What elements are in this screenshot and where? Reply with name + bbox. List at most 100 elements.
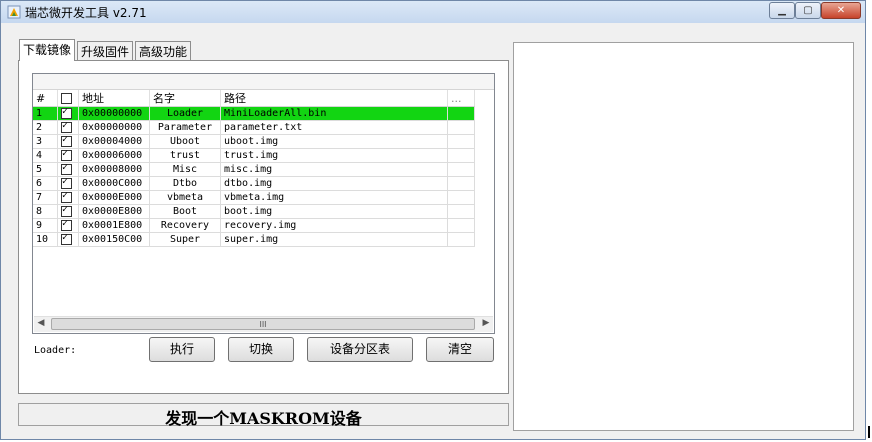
row-checkbox[interactable] xyxy=(57,106,79,121)
close-icon[interactable]: ✕ xyxy=(821,2,861,19)
row-path: parameter.txt xyxy=(220,120,448,135)
row-name: Parameter xyxy=(149,120,221,135)
row-number: 7 xyxy=(33,190,58,205)
table-row[interactable]: 1 0x00000000LoaderMiniLoaderAll.bin xyxy=(33,106,475,121)
row-checkbox-box[interactable] xyxy=(61,204,72,217)
row-number: 2 xyxy=(33,120,58,135)
row-address: 0x0000C000 xyxy=(78,176,150,191)
maximize-icon[interactable]: ▢ xyxy=(795,2,821,19)
row-name: vbmeta xyxy=(149,190,221,205)
row-checkbox-box[interactable] xyxy=(61,148,72,161)
table-row[interactable]: 8 0x0000E800Bootboot.img xyxy=(33,204,475,219)
row-path: super.img xyxy=(220,232,448,247)
edge-mark xyxy=(868,426,870,438)
row-path: MiniLoaderAll.bin xyxy=(220,106,448,121)
row-address: 0x0000E800 xyxy=(78,204,150,219)
row-number: 9 xyxy=(33,218,58,233)
tab-download-image[interactable]: 下载镜像 xyxy=(19,39,76,61)
table-row[interactable]: 9 0x0001E800Recoveryrecovery.img xyxy=(33,218,475,233)
row-number: 8 xyxy=(33,204,58,219)
scroll-thumb[interactable]: III xyxy=(51,318,475,330)
row-address: 0x00008000 xyxy=(78,162,150,177)
row-checkbox-box[interactable] xyxy=(61,106,72,119)
row-name: Boot xyxy=(149,204,221,219)
partition-list[interactable]: # 地址 名字 路径 ... 1 0x00000000LoaderMiniLoad… xyxy=(32,73,495,334)
log-output-panel[interactable] xyxy=(513,42,854,431)
tab-upgrade-firmware[interactable]: 升级固件 xyxy=(77,41,134,60)
row-name: Loader xyxy=(149,106,221,121)
tab-advanced[interactable]: 高级功能 xyxy=(135,41,192,60)
column-header-address[interactable]: 地址 xyxy=(78,90,150,107)
window-controls: ▁ ▢ ✕ xyxy=(769,2,861,20)
row-number: 5 xyxy=(33,162,58,177)
row-checkbox[interactable] xyxy=(57,232,79,247)
minimize-icon[interactable]: ▁ xyxy=(769,2,795,19)
switch-button[interactable]: 切换 xyxy=(228,337,294,362)
row-path: recovery.img xyxy=(220,218,448,233)
row-name: Super xyxy=(149,232,221,247)
row-checkbox-box[interactable] xyxy=(61,190,72,203)
row-checkbox[interactable] xyxy=(57,134,79,149)
list-toolbar-strip xyxy=(33,74,494,90)
row-address: 0x00150C00 xyxy=(78,232,150,247)
row-name: Uboot xyxy=(149,134,221,149)
row-checkbox[interactable] xyxy=(57,120,79,135)
table-row[interactable]: 2 0x00000000Parameterparameter.txt xyxy=(33,120,475,135)
scroll-right-icon[interactable]: ▶ xyxy=(479,318,493,331)
table-row[interactable]: 3 0x00004000Ubootuboot.img xyxy=(33,134,475,149)
row-checkbox-box[interactable] xyxy=(61,232,72,245)
row-extra xyxy=(447,106,475,121)
row-checkbox-box[interactable] xyxy=(61,162,72,175)
select-all-checkbox[interactable] xyxy=(61,93,72,104)
column-header-more[interactable]: ... xyxy=(447,90,475,107)
row-checkbox[interactable] xyxy=(57,162,79,177)
row-extra xyxy=(447,204,475,219)
row-checkbox-box[interactable] xyxy=(61,176,72,189)
row-extra xyxy=(447,190,475,205)
row-address: 0x0000E000 xyxy=(78,190,150,205)
table-row[interactable]: 5 0x00008000Miscmisc.img xyxy=(33,162,475,177)
row-path: trust.img xyxy=(220,148,448,163)
row-number: 10 xyxy=(33,232,58,247)
column-header-check[interactable] xyxy=(57,90,79,107)
row-extra xyxy=(447,148,475,163)
horizontal-scrollbar[interactable]: ◀ III ▶ xyxy=(34,316,493,332)
row-address: 0x00004000 xyxy=(78,134,150,149)
row-path: vbmeta.img xyxy=(220,190,448,205)
row-number: 4 xyxy=(33,148,58,163)
device-partition-table-button[interactable]: 设备分区表 xyxy=(307,337,413,362)
row-checkbox-box[interactable] xyxy=(61,218,72,231)
tab-bar: 下载镜像 升级固件 高级功能 xyxy=(19,39,193,61)
column-header-number[interactable]: # xyxy=(33,90,58,107)
row-path: dtbo.img xyxy=(220,176,448,191)
row-path: uboot.img xyxy=(220,134,448,149)
table-row[interactable]: 4 0x00006000trusttrust.img xyxy=(33,148,475,163)
row-extra xyxy=(447,162,475,177)
table-header-row: # 地址 名字 路径 ... xyxy=(33,90,475,107)
row-checkbox[interactable] xyxy=(57,190,79,205)
row-path: boot.img xyxy=(220,204,448,219)
title-bar[interactable]: 瑞芯微开发工具 v2.71 ▁ ▢ ✕ xyxy=(1,1,865,23)
row-checkbox[interactable] xyxy=(57,204,79,219)
column-header-path[interactable]: 路径 xyxy=(220,90,448,107)
row-checkbox-box[interactable] xyxy=(61,134,72,147)
row-checkbox[interactable] xyxy=(57,176,79,191)
row-checkbox-box[interactable] xyxy=(61,120,72,133)
scroll-left-icon[interactable]: ◀ xyxy=(34,318,48,331)
row-extra xyxy=(447,176,475,191)
row-extra xyxy=(447,218,475,233)
column-header-name[interactable]: 名字 xyxy=(149,90,221,107)
table-row[interactable]: 10 0x00150C00Supersuper.img xyxy=(33,232,475,247)
run-button[interactable]: 执行 xyxy=(149,337,215,362)
row-checkbox[interactable] xyxy=(57,148,79,163)
row-checkbox[interactable] xyxy=(57,218,79,233)
partition-table: # 地址 名字 路径 ... 1 0x00000000LoaderMiniLoad… xyxy=(33,90,475,247)
row-number: 3 xyxy=(33,134,58,149)
row-name: Misc xyxy=(149,162,221,177)
row-number: 6 xyxy=(33,176,58,191)
table-row[interactable]: 7 0x0000E000vbmetavbmeta.img xyxy=(33,190,475,205)
status-text: 发现一个MASKROM设备 xyxy=(165,409,362,428)
clear-button[interactable]: 清空 xyxy=(426,337,494,362)
row-extra xyxy=(447,232,475,247)
table-row[interactable]: 6 0x0000C000Dtbodtbo.img xyxy=(33,176,475,191)
